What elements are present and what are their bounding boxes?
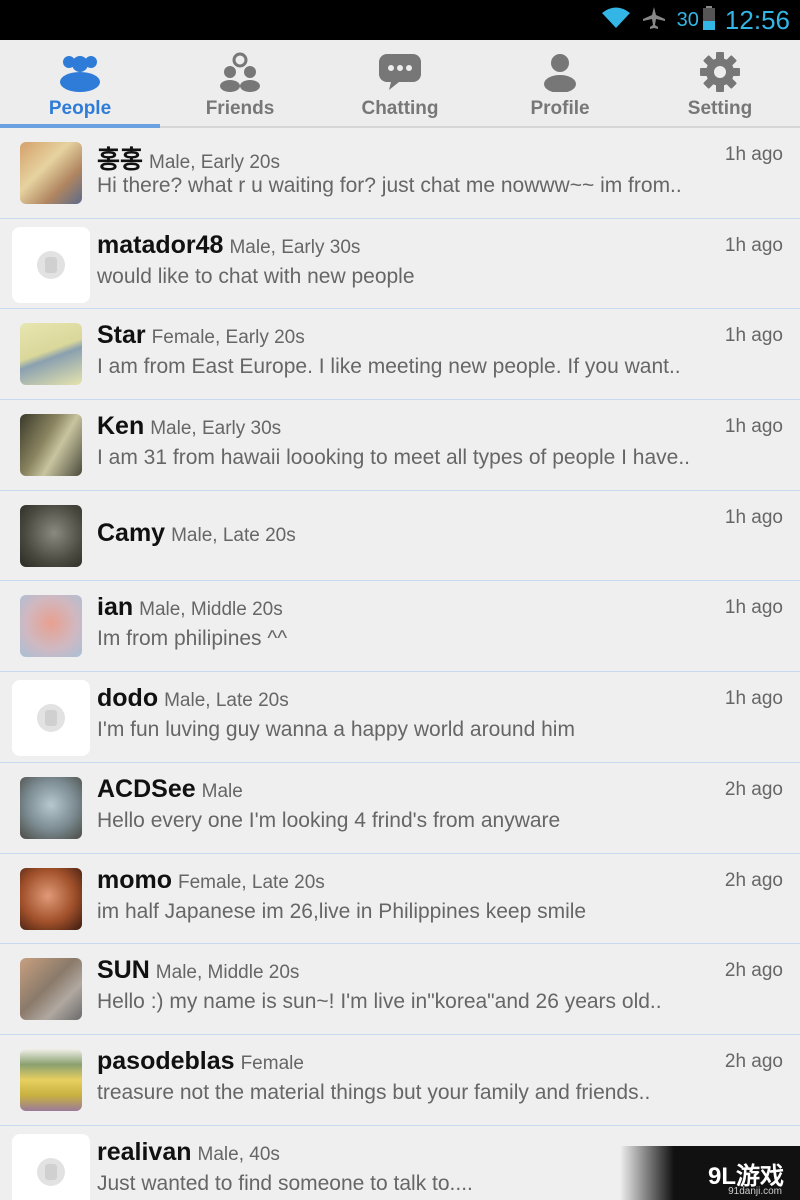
tab-label: Profile — [530, 98, 590, 119]
user-name: SUN — [97, 956, 150, 985]
list-item[interactable]: matador48 Male, Early 30s would like to c… — [0, 218, 800, 310]
user-message: im half Japanese im 26,live in Philippin… — [97, 899, 587, 923]
user-message: treasure not the material things but you… — [97, 1080, 651, 1104]
avatar — [20, 414, 82, 477]
user-message: Im from philipines ^^ — [97, 627, 288, 651]
user-message: Hello every one I'm looking 4 frind's fr… — [97, 808, 561, 832]
user-name: pasodeblas — [97, 1046, 235, 1075]
list-item[interactable]: Star Female, Early 20s I am from East Eur… — [0, 309, 800, 401]
people-list: 홍홍 Male, Early 20s Hi there? what r u wai… — [0, 128, 800, 1200]
user-meta: Male, Early 20s — [149, 152, 280, 173]
user-name: Camy — [97, 518, 166, 547]
time-ago: 2h ago — [724, 778, 783, 800]
user-meta: Male — [201, 780, 243, 802]
time-ago: 1h ago — [724, 506, 783, 528]
tab-label: People — [48, 98, 112, 119]
time-ago: 1h ago — [724, 144, 783, 165]
airplane-icon — [641, 5, 667, 36]
user-message: I am from East Europe. I like meeting ne… — [97, 355, 681, 379]
status-bar: 30 12:56 — [0, 0, 800, 40]
list-item[interactable]: SUN Male, Middle 20s Hello :) my name is … — [0, 944, 800, 1035]
avatar — [20, 323, 82, 386]
avatar — [20, 867, 82, 930]
avatar — [20, 595, 82, 658]
avatar — [20, 142, 82, 204]
user-name: ACDSee — [97, 774, 196, 803]
tab-bar: People Friends Chatting Profile Setting — [0, 40, 800, 128]
list-item[interactable]: Camy Male, Late 20s 1h ago — [0, 490, 800, 582]
list-item[interactable]: dodo Male, Late 20s I'm fun luving guy wa… — [0, 672, 800, 763]
chat-bubble-icon — [377, 50, 423, 94]
profile-icon — [537, 50, 583, 94]
friends-icon — [217, 50, 263, 94]
tab-people[interactable]: People — [0, 40, 160, 128]
user-message: Hi there? what r u waiting for? just cha… — [97, 174, 682, 197]
user-meta: Male, Middle 20s — [155, 962, 300, 984]
user-name: Star — [97, 321, 146, 350]
time-ago: 2h ago — [724, 1050, 783, 1072]
user-meta: Male, Early 30s — [150, 418, 282, 440]
list-item[interactable]: ACDSee Male Hello every one I'm looking 4… — [0, 762, 800, 854]
time-ago: 1h ago — [724, 234, 783, 256]
user-name: dodo — [97, 684, 159, 713]
user-meta: Male, Late 20s — [164, 690, 289, 712]
time-ago: 1h ago — [724, 688, 783, 710]
people-icon — [57, 50, 103, 94]
watermark: 9L游戏 91danji.com — [620, 1146, 800, 1200]
time-ago: 1h ago — [724, 416, 783, 438]
tab-friends[interactable]: Friends — [160, 40, 320, 126]
battery-icon — [702, 5, 715, 35]
user-message: I am 31 from hawaii loooking to meet all… — [97, 446, 690, 470]
user-name: matador48 — [97, 230, 224, 259]
user-meta: Male, 40s — [197, 1143, 280, 1165]
watermark-url: 91danji.com — [728, 1186, 782, 1197]
time-ago: 1h ago — [724, 325, 783, 347]
avatar — [12, 680, 90, 757]
list-item[interactable]: ian Male, Middle 20s Im from philipines ^… — [0, 581, 800, 673]
avatar — [20, 776, 82, 839]
list-item[interactable]: pasodeblas Female treasure not the materi… — [0, 1034, 800, 1126]
user-message: Hello :) my name is sun~! I'm live in"ko… — [97, 990, 662, 1014]
list-item[interactable]: Ken Male, Early 30s I am 31 from hawaii l… — [0, 400, 800, 491]
wifi-icon — [601, 6, 631, 35]
user-name: ian — [97, 593, 134, 622]
user-meta: Male, Early 30s — [229, 236, 361, 258]
gear-icon — [698, 50, 742, 94]
avatar — [12, 1133, 90, 1200]
user-name: 홍홍 — [97, 146, 144, 174]
user-name: realivan — [97, 1137, 192, 1166]
user-message: would like to chat with new people — [97, 264, 415, 288]
time-ago: 2h ago — [724, 960, 783, 982]
list-item[interactable]: momo Female, Late 20s im half Japanese im… — [0, 853, 800, 945]
avatar — [20, 504, 82, 567]
user-meta: Male, Middle 20s — [139, 599, 283, 621]
time-ago: 1h ago — [724, 597, 783, 619]
status-time: 12:56 — [724, 4, 790, 35]
user-message: I'm fun luving guy wanna a happy world a… — [97, 718, 575, 742]
tab-chatting[interactable]: Chatting — [320, 40, 480, 126]
user-meta: Female — [240, 1052, 304, 1074]
avatar — [20, 1048, 82, 1111]
user-name: momo — [97, 865, 172, 894]
user-meta: Female, Early 20s — [151, 327, 305, 349]
list-item[interactable]: 홍홍 Male, Early 20s Hi there? what r u wai… — [0, 128, 800, 219]
user-meta: Female, Late 20s — [178, 871, 325, 893]
tab-profile[interactable]: Profile — [480, 40, 640, 126]
avatar — [20, 958, 82, 1021]
battery-level: 30 — [676, 8, 699, 31]
tab-label: Chatting — [361, 98, 439, 119]
user-meta: Male, Late 20s — [171, 524, 296, 546]
time-ago: 2h ago — [724, 869, 783, 891]
tab-label: Setting — [687, 98, 753, 119]
avatar — [12, 226, 90, 303]
tab-label: Friends — [205, 98, 275, 119]
user-name: Ken — [97, 412, 145, 441]
tab-setting[interactable]: Setting — [640, 40, 800, 126]
